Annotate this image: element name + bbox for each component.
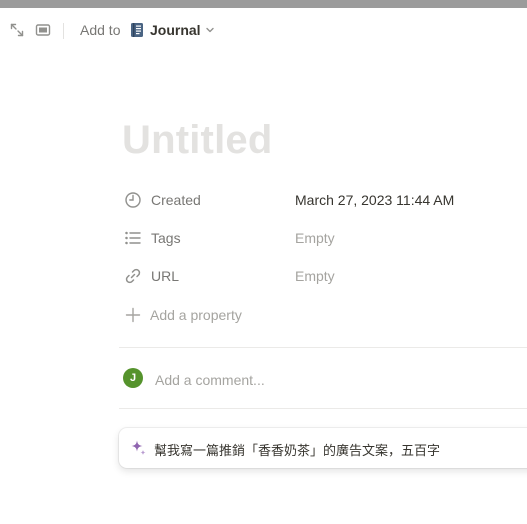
ai-prompt-box[interactable]: 幫我寫一篇推銷「香香奶茶」的廣告文案，五百字 bbox=[119, 428, 527, 468]
sparkle-icon bbox=[129, 439, 147, 457]
property-row-created[interactable]: Created March 27, 2023 11:44 AM bbox=[119, 185, 527, 215]
side-peek-icon[interactable] bbox=[33, 20, 53, 40]
expand-arrows-icon[interactable] bbox=[7, 20, 27, 40]
property-value-tags[interactable]: Empty bbox=[295, 230, 335, 246]
divider bbox=[119, 408, 527, 409]
divider bbox=[119, 347, 527, 348]
toolbar-divider bbox=[63, 23, 64, 39]
property-name-url: URL bbox=[151, 268, 180, 284]
property-row-url[interactable]: URL Empty bbox=[119, 261, 527, 291]
add-property-button[interactable]: Add a property bbox=[119, 300, 319, 330]
property-row-tags[interactable]: Tags Empty bbox=[119, 223, 527, 253]
link-icon bbox=[124, 267, 142, 285]
add-property-label: Add a property bbox=[150, 307, 242, 323]
plus-icon bbox=[124, 306, 142, 324]
property-name-tags: Tags bbox=[151, 230, 181, 246]
window-top-strip bbox=[0, 0, 527, 8]
property-value-url[interactable]: Empty bbox=[295, 268, 335, 284]
journal-database-name: Journal bbox=[150, 22, 201, 38]
journal-database-selector[interactable]: Journal bbox=[130, 20, 215, 40]
ai-prompt-text[interactable]: 幫我寫一篇推銷「香香奶茶」的廣告文案，五百字 bbox=[154, 440, 440, 459]
page-title[interactable]: Untitled bbox=[122, 118, 272, 163]
property-name-created: Created bbox=[151, 192, 201, 208]
list-icon bbox=[124, 229, 142, 247]
clock-icon bbox=[124, 191, 142, 209]
add-to-label: Add to bbox=[80, 22, 121, 38]
chevron-down-icon bbox=[205, 25, 215, 35]
property-value-created: March 27, 2023 11:44 AM bbox=[295, 192, 455, 208]
notebook-icon bbox=[130, 22, 144, 38]
page-toolbar: Add to Journal bbox=[0, 8, 527, 52]
avatar: J bbox=[123, 368, 143, 388]
comment-input[interactable] bbox=[155, 370, 455, 390]
